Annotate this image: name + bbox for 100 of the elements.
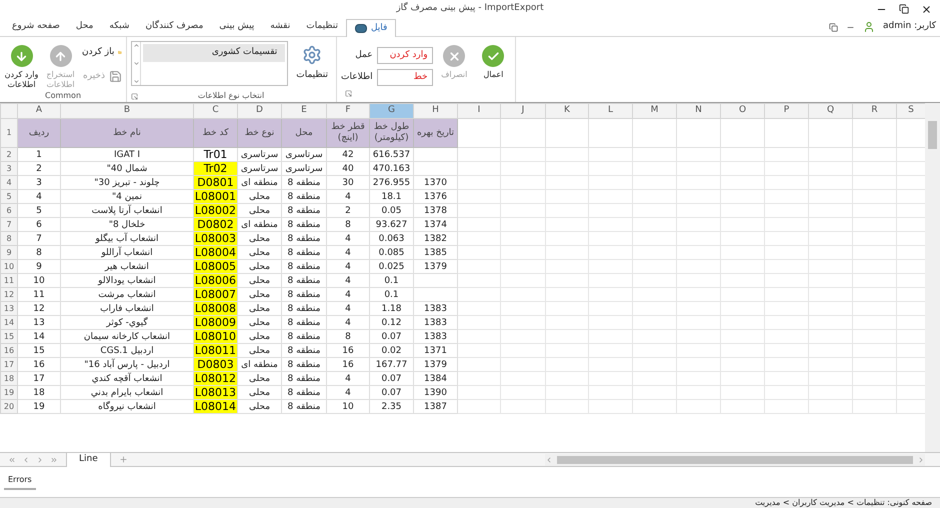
row-header[interactable]: 18 bbox=[0, 372, 18, 386]
errors-tab[interactable]: Errors bbox=[4, 474, 36, 490]
year-cell: 1382 bbox=[414, 232, 458, 246]
line-name-cell: نمین 4" bbox=[60, 190, 194, 204]
row-header[interactable]: 6 bbox=[0, 204, 18, 218]
line-type-cell: محلی bbox=[238, 246, 282, 260]
column-header[interactable]: G bbox=[370, 104, 414, 118]
table-header-cell: نام خط bbox=[60, 118, 194, 148]
length-cell: 0.1 bbox=[370, 274, 414, 288]
ribbon-tab[interactable]: شبکه bbox=[101, 18, 138, 36]
length-cell: 0.063 bbox=[370, 232, 414, 246]
line-code-cell: Tr01 bbox=[194, 148, 238, 162]
diameter-cell: 2 bbox=[326, 204, 370, 218]
diameter-cell: 40 bbox=[326, 162, 370, 176]
line-code-cell: Tr02 bbox=[194, 162, 238, 176]
row-header[interactable]: 20 bbox=[0, 400, 18, 414]
previous-sheet-icon[interactable] bbox=[22, 456, 30, 464]
location-cell: منطقه 8 bbox=[282, 246, 326, 260]
apply-button[interactable]: اعمال bbox=[476, 41, 511, 80]
row-header[interactable]: 4 bbox=[0, 176, 18, 190]
import-button[interactable]: وارد کردن اطلاعات bbox=[4, 41, 39, 90]
ribbon-tab[interactable]: نقشه bbox=[262, 18, 298, 36]
row-header[interactable]: 15 bbox=[0, 330, 18, 344]
field-label: اطلاعات bbox=[341, 70, 373, 84]
row-header[interactable]: 12 bbox=[0, 288, 18, 302]
column-header[interactable]: M bbox=[632, 104, 676, 118]
column-header[interactable]: J bbox=[500, 104, 546, 118]
column-header[interactable]: N bbox=[676, 104, 720, 118]
scroll-right-icon[interactable] bbox=[917, 456, 925, 464]
first-sheet-icon[interactable] bbox=[8, 456, 16, 464]
row-header[interactable]: 7 bbox=[0, 218, 18, 232]
row-header[interactable]: 16 bbox=[0, 344, 18, 358]
restore-icon[interactable] bbox=[898, 4, 909, 14]
status-text: صفحه کنونی: تنظیمات > مدیریت کاربران > مدیریت bbox=[755, 497, 932, 508]
row-header[interactable]: 10 bbox=[0, 260, 18, 274]
row-header[interactable]: 9 bbox=[0, 246, 18, 260]
diameter-cell: 10 bbox=[326, 400, 370, 414]
data-type-list[interactable]: تقسیمات کشوری bbox=[131, 41, 288, 86]
column-header[interactable]: Q bbox=[808, 104, 852, 118]
row-header[interactable]: 3 bbox=[0, 162, 18, 176]
window-title: پیش بینی مصرف گاز - ImportExport bbox=[396, 2, 544, 16]
scroll-up-icon[interactable] bbox=[132, 42, 140, 49]
restore-icon[interactable] bbox=[829, 22, 838, 32]
column-header[interactable]: R bbox=[852, 104, 896, 118]
line-type-cell: محلی bbox=[238, 274, 282, 288]
last-sheet-icon[interactable] bbox=[50, 456, 58, 464]
close-icon[interactable] bbox=[920, 4, 932, 14]
list-item[interactable]: تقسیمات کشوری bbox=[143, 44, 286, 62]
column-header[interactable]: P bbox=[764, 104, 808, 118]
row-header[interactable]: 11 bbox=[0, 274, 18, 288]
ribbon-tab[interactable]: فایل bbox=[346, 19, 396, 37]
column-header[interactable]: I bbox=[458, 104, 500, 118]
expand-icon[interactable] bbox=[132, 78, 140, 85]
column-header[interactable]: K bbox=[546, 104, 588, 118]
line-type-cell: سرتاسری bbox=[238, 148, 282, 162]
row-index-cell: 13 bbox=[18, 316, 60, 330]
column-header[interactable]: O bbox=[720, 104, 764, 118]
ribbon-tab[interactable]: تنظیمات bbox=[298, 18, 346, 36]
row-header[interactable]: 19 bbox=[0, 386, 18, 400]
ribbon-tab[interactable]: مصرف کنندگان bbox=[137, 18, 212, 36]
gears-icon bbox=[302, 45, 322, 65]
line-code-cell: L08004 bbox=[194, 246, 238, 260]
settings-button[interactable]: تنظیمات bbox=[292, 41, 332, 82]
location-cell: منطقه 8 bbox=[282, 358, 326, 372]
scroll-down-icon[interactable] bbox=[132, 60, 140, 67]
location-cell: منطقه 8 bbox=[282, 288, 326, 302]
scroll-left-icon[interactable] bbox=[545, 456, 553, 464]
ribbon-tab[interactable]: صفحه شروع bbox=[4, 18, 68, 36]
location-cell: سرتاسری bbox=[282, 148, 326, 162]
user-label: کاربر: admin bbox=[883, 20, 936, 34]
line-code-cell: L08014 bbox=[194, 400, 238, 414]
row-header[interactable]: 5 bbox=[0, 190, 18, 204]
column-header[interactable]: B bbox=[60, 104, 194, 118]
location-cell: منطقه 8 bbox=[282, 204, 326, 218]
next-sheet-icon[interactable] bbox=[36, 456, 44, 464]
year-cell: 1383 bbox=[414, 302, 458, 316]
diameter-cell: 4 bbox=[326, 190, 370, 204]
sheet-tab[interactable]: Line bbox=[66, 452, 111, 466]
ribbon-tab[interactable]: محل bbox=[68, 18, 102, 36]
value-field[interactable]: وارد کردن bbox=[376, 47, 433, 64]
dialog-launcher-icon[interactable] bbox=[345, 90, 352, 97]
row-header[interactable]: 13 bbox=[0, 302, 18, 316]
length-cell: 1.18 bbox=[370, 302, 414, 316]
save-icon bbox=[109, 70, 122, 83]
add-sheet-icon[interactable] bbox=[118, 455, 128, 464]
value-field[interactable]: خط bbox=[376, 69, 433, 86]
horizontal-scrollbar[interactable] bbox=[545, 454, 925, 466]
open-button[interactable]: باز کردن bbox=[82, 46, 122, 60]
row-header[interactable]: 17 bbox=[0, 358, 18, 372]
row-header[interactable]: 8 bbox=[0, 232, 18, 246]
row-header[interactable]: 1 bbox=[0, 118, 18, 148]
dialog-launcher-icon[interactable] bbox=[131, 92, 138, 100]
ribbon-tab[interactable]: پیش بینی bbox=[211, 18, 262, 36]
diameter-cell: 42 bbox=[326, 148, 370, 162]
row-header[interactable]: 14 bbox=[0, 316, 18, 330]
year-cell: 1378 bbox=[414, 204, 458, 218]
vertical-scrollbar[interactable] bbox=[925, 103, 940, 452]
line-code-cell: L08010 bbox=[194, 330, 238, 344]
column-header[interactable]: L bbox=[588, 104, 632, 118]
row-header[interactable]: 2 bbox=[0, 148, 18, 162]
